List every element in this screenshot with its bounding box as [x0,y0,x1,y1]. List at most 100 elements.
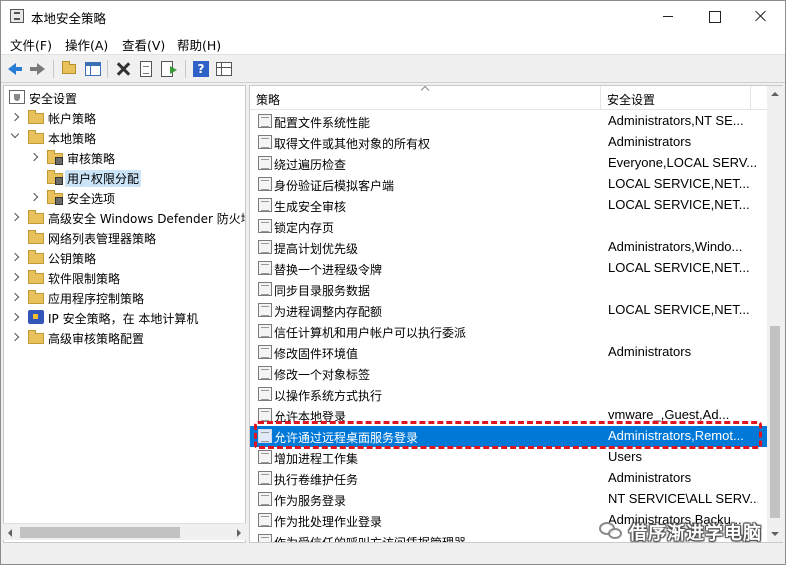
scroll-right-icon[interactable] [237,529,241,537]
list-vertical-scrollbar[interactable] [767,86,783,542]
properties-icon [140,61,152,77]
policy-name: 锁定内存页 [274,221,335,235]
policy-icon [258,408,272,422]
chevron-right-icon[interactable] [10,272,20,282]
policy-icon [258,513,272,527]
chevron-right-icon[interactable] [10,112,20,122]
table-row[interactable]: 身份验证后模拟客户端 LOCAL SERVICE,NET... [250,174,767,195]
menu-action[interactable]: 操作(A) [65,35,108,54]
policy-name: 取得文件或其他对象的所有权 [274,137,431,151]
policy-name: 作为批处理作业登录 [274,515,383,529]
show-hide-tree-button[interactable] [83,59,103,79]
scroll-down-icon[interactable] [771,532,779,536]
menu-file[interactable]: 文件(F) [10,35,52,54]
title-bar[interactable]: 本地安全策略 [1,1,785,32]
table-row[interactable]: 提高计划优先级 Administrators,Windo... [250,237,767,258]
tree-item-ip-security[interactable]: IP 安全策略，在 本地计算机 [4,308,245,328]
scroll-left-icon[interactable] [8,529,12,537]
policy-list[interactable]: 策略 安全设置 配置文件系统性能 Administrators,NT SE... 取… [249,85,783,543]
chevron-right-icon[interactable] [10,332,20,342]
folder-icon [28,230,44,244]
tree-item-audit-policy[interactable]: 审核策略 [4,148,245,168]
table-row[interactable]: 生成安全审核 LOCAL SERVICE,NET... [250,195,767,216]
tree-item-security-options[interactable]: 安全选项 [4,188,245,208]
table-row[interactable]: 替换一个进程级令牌 LOCAL SERVICE,NET... [250,258,767,279]
tree-item-label: 用户权限分配 [65,170,142,187]
table-row[interactable]: 配置文件系统性能 Administrators,NT SE... [250,111,767,132]
policy-name: 配置文件系统性能 [274,116,371,130]
security-setting-value: Administrators [608,134,692,149]
chevron-down-icon[interactable] [10,129,20,139]
tree-item-advanced-audit[interactable]: 高级审核策略配置 [4,328,245,348]
tree-item-label: 软件限制策略 [48,272,121,286]
policy-icon [258,429,272,443]
maximize-button[interactable] [691,1,737,32]
close-button[interactable] [738,1,784,32]
table-row[interactable]: 为进程调整内存配额 LOCAL SERVICE,NET... [250,300,767,321]
tree-item-local-policies[interactable]: 本地策略 [4,128,245,148]
policy-name: 绕过遍历检查 [274,158,347,172]
tree-item-defender-firewall[interactable]: 高级安全 Windows Defender 防火墙 [4,208,246,228]
table-row[interactable]: 以操作系统方式执行 [250,384,767,405]
table-row[interactable]: 锁定内存页 [250,216,767,237]
tree-item-public-key-policies[interactable]: 公钥策略 [4,248,245,268]
table-row[interactable]: 信任计算机和用户帐户可以执行委派 [250,321,767,342]
tree-item-network-list-manager[interactable]: 网络列表管理器策略 [4,228,245,248]
chevron-right-icon[interactable] [29,152,39,162]
tree-item-label: 帐户策略 [48,112,97,126]
up-folder-button[interactable] [59,59,79,79]
tree-item-software-restriction[interactable]: 软件限制策略 [4,268,245,288]
back-button[interactable] [5,59,25,79]
minimize-button[interactable] [645,1,691,32]
lock-folder-icon [47,190,63,205]
table-row[interactable]: 允许本地登录 vmware_,Guest,Ad... [250,405,767,426]
console-tree[interactable]: 安全设置 帐户策略 本地策略 审核策略 用户权限分配 安全选项 高级安全 Win… [3,85,246,543]
tree-item-security-settings[interactable]: 安全设置 [4,88,245,108]
chevron-right-icon[interactable] [29,192,39,202]
chevron-right-icon[interactable] [10,252,20,262]
scroll-up-icon[interactable] [771,92,779,96]
table-row[interactable]: 执行卷维护任务 Administrators [250,468,767,489]
security-setting-value: LOCAL SERVICE,NET... [608,302,750,317]
menu-view[interactable]: 查看(V) [122,35,165,54]
policy-icon [258,303,272,317]
policy-name: 提高计划优先级 [274,242,359,256]
scrollbar-thumb[interactable] [20,527,180,538]
tree-item-user-rights-assignment[interactable]: 用户权限分配 [4,168,245,188]
table-row[interactable]: 取得文件或其他对象的所有权 Administrators [250,132,767,153]
column-header-policy[interactable]: 策略 [250,86,601,110]
tree-item-label: 安全选项 [67,192,116,206]
tree-horizontal-scrollbar[interactable] [3,523,246,540]
table-row[interactable]: 修改固件环境值 Administrators [250,342,767,363]
table-row[interactable]: 增加进程工作集 Users [250,447,767,468]
policy-icon [258,261,272,275]
ipsec-icon [28,310,44,324]
table-row[interactable]: 作为服务登录 NT SERVICE\ALL SERV... [250,489,767,510]
column-header-security-setting[interactable]: 安全设置 [601,86,751,110]
delete-button[interactable] [113,59,133,79]
table-row[interactable]: 同步目录服务数据 [250,279,767,300]
policy-name: 允许通过远程桌面服务登录 [274,431,419,445]
policy-name: 为进程调整内存配额 [274,305,383,319]
view-grid-button[interactable] [214,59,234,79]
policy-name: 执行卷维护任务 [274,473,359,487]
chevron-right-icon[interactable] [10,212,20,222]
properties-button[interactable] [136,59,156,79]
export-list-button[interactable] [159,59,179,79]
policy-name: 修改固件环境值 [274,347,359,361]
menu-help[interactable]: 帮助(H) [177,35,221,54]
table-row[interactable]: 绕过遍历检查 Everyone,LOCAL SERV... [250,153,767,174]
tree-item-app-control[interactable]: 应用程序控制策略 [4,288,245,308]
help-button[interactable]: ? [191,59,211,79]
table-row[interactable]: 修改一个对象标签 [250,363,767,384]
tree-item-label: 高级安全 Windows Defender 防火墙 [48,212,246,226]
window-title: 本地安全策略 [31,11,107,26]
forward-button[interactable] [28,59,48,79]
scrollbar-thumb[interactable] [770,326,780,518]
chevron-right-icon[interactable] [10,312,20,322]
table-row[interactable]: 允许通过远程桌面服务登录 Administrators,Remot... [250,426,767,447]
status-bar [1,544,785,564]
chevron-right-icon[interactable] [10,292,20,302]
folder-up-icon [62,61,76,74]
tree-item-account-policies[interactable]: 帐户策略 [4,108,245,128]
